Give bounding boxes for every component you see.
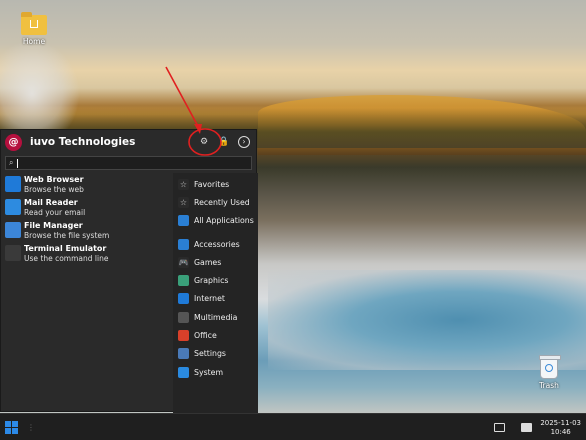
star-icon: ☆ bbox=[178, 178, 189, 190]
category-label: System bbox=[194, 367, 224, 377]
graphics-icon bbox=[178, 275, 189, 287]
mail-icon bbox=[5, 199, 21, 215]
category-item[interactable]: ☆ Recently Used bbox=[173, 193, 258, 211]
desktop-trash-icon[interactable]: Trash bbox=[529, 355, 569, 390]
menu-title: iuvo Technologies bbox=[30, 136, 136, 148]
category-label: Recently Used bbox=[194, 197, 250, 207]
taskbar-separator: ⋮ bbox=[27, 423, 35, 432]
clock-date: 2025-11-03 bbox=[540, 419, 581, 427]
categories-list: ☆ Favorites ☆ Recently Used All Applications… bbox=[173, 173, 258, 413]
gamepad-icon: 🎮 bbox=[178, 256, 189, 268]
debian-logo-icon: @ bbox=[5, 133, 22, 151]
category-label: Favorites bbox=[194, 179, 230, 189]
favorite-item[interactable]: File Manager Browse the file system bbox=[1, 221, 171, 244]
category-item[interactable]: Multimedia bbox=[173, 308, 258, 326]
home-folder-icon bbox=[21, 12, 47, 35]
category-label: Games bbox=[194, 257, 222, 267]
office-icon bbox=[178, 330, 189, 342]
clock[interactable]: 2025-11-03 10:46 bbox=[540, 419, 581, 437]
favorite-name: File Manager bbox=[24, 221, 83, 230]
start-button[interactable] bbox=[5, 421, 18, 434]
favorite-desc: Read your email bbox=[24, 208, 86, 217]
desktop-home-label: Home bbox=[22, 37, 46, 46]
desktop-home-icon[interactable]: Home bbox=[14, 12, 54, 46]
search-input[interactable] bbox=[22, 158, 243, 168]
file-manager-icon bbox=[5, 222, 21, 238]
category-item[interactable]: Internet bbox=[173, 290, 258, 308]
taskbar: ⋮ 2025-11-03 10:46 bbox=[0, 413, 586, 440]
search-icon: ⌕ bbox=[9, 158, 14, 167]
favorite-desc: Browse the file system bbox=[24, 231, 110, 240]
system-icon bbox=[178, 366, 189, 378]
favorite-name: Mail Reader bbox=[24, 198, 78, 207]
category-item[interactable]: All Applications bbox=[173, 212, 258, 230]
category-item[interactable]: System bbox=[173, 363, 258, 381]
multimedia-icon bbox=[178, 311, 189, 323]
favorite-desc: Use the command line bbox=[24, 254, 109, 263]
category-item[interactable]: Office bbox=[173, 326, 258, 344]
category-label: Settings bbox=[194, 349, 226, 359]
category-label: All Applications bbox=[194, 216, 254, 226]
category-label: Office bbox=[194, 331, 217, 341]
category-item[interactable]: Accessories bbox=[173, 235, 258, 253]
trash-icon bbox=[539, 355, 561, 379]
category-label: Internet bbox=[194, 294, 225, 304]
search-bar[interactable]: ⌕ bbox=[5, 156, 252, 170]
category-item[interactable]: 🎮 Games bbox=[173, 253, 258, 271]
favorite-desc: Browse the web bbox=[24, 185, 84, 194]
favorites-list: Web Browser Browse the web Mail Reader Read… bbox=[1, 175, 171, 267]
accessories-icon bbox=[178, 238, 189, 250]
menu-header: @ iuvo Technologies ⚙ 🔒 › bbox=[1, 130, 256, 154]
globe-icon bbox=[178, 293, 189, 305]
text-caret bbox=[17, 158, 19, 168]
category-label: Multimedia bbox=[194, 312, 238, 322]
desktop-trash-label: Trash bbox=[539, 381, 559, 390]
wallpaper-steam bbox=[0, 40, 80, 130]
favorite-name: Terminal Emulator bbox=[24, 244, 107, 253]
application-menu: @ iuvo Technologies ⚙ 🔒 › ⌕ Web Browser B… bbox=[0, 129, 258, 413]
clock-time: 10:46 bbox=[550, 428, 571, 436]
category-label: Graphics bbox=[194, 276, 229, 286]
display-icon[interactable] bbox=[521, 423, 532, 432]
category-item[interactable]: Settings bbox=[173, 345, 258, 363]
lock-button[interactable]: 🔒 bbox=[218, 136, 230, 148]
logout-button[interactable]: › bbox=[238, 136, 250, 148]
edge-browser-icon bbox=[5, 176, 21, 192]
category-item[interactable]: Graphics bbox=[173, 271, 258, 289]
settings-icon bbox=[178, 348, 189, 360]
category-label: Accessories bbox=[194, 239, 240, 249]
favorite-item[interactable]: Terminal Emulator Use the command line bbox=[1, 244, 171, 267]
terminal-icon bbox=[5, 245, 21, 261]
category-item[interactable]: ☆ Favorites bbox=[173, 175, 258, 193]
all-apps-icon bbox=[178, 215, 189, 227]
settings-button[interactable]: ⚙ bbox=[198, 136, 210, 148]
favorite-item[interactable]: Web Browser Browse the web bbox=[1, 175, 171, 198]
favorite-item[interactable]: Mail Reader Read your email bbox=[1, 198, 171, 221]
notification-icon[interactable] bbox=[494, 423, 505, 432]
favorite-name: Web Browser bbox=[24, 175, 84, 184]
recent-star-icon: ☆ bbox=[178, 196, 189, 208]
